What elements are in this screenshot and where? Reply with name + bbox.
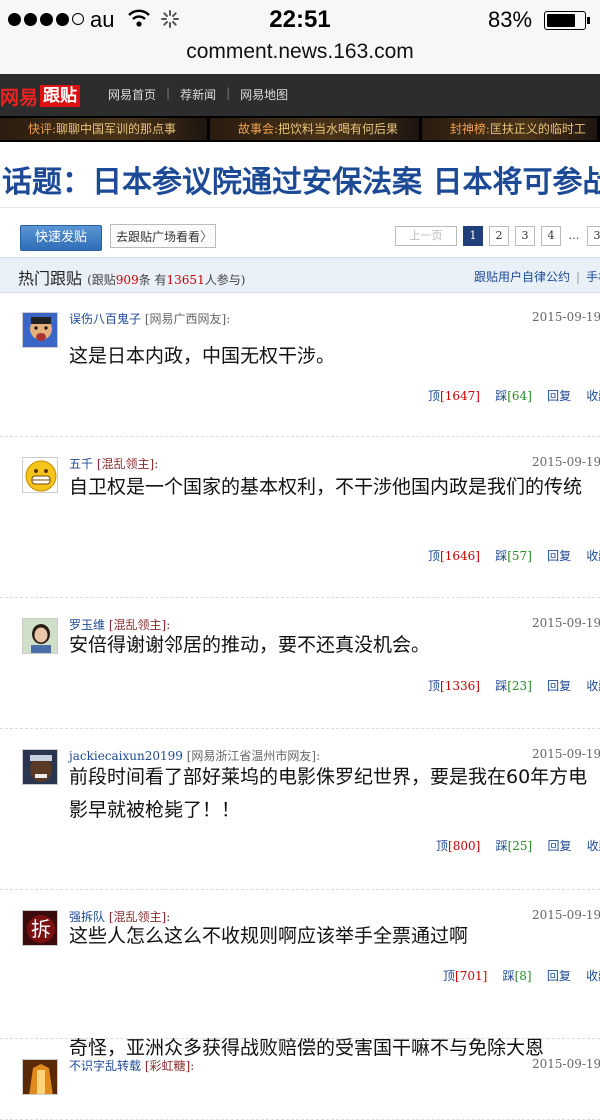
- comment-author: 五千 [混乱领主]:: [69, 455, 158, 472]
- comment-item: 误伤八百鬼子 [网易广西网友]: 2015-09-19 这是日本内政，中国无权干涉。…: [0, 292, 600, 437]
- comment-list: 误伤八百鬼子 [网易广西网友]: 2015-09-19 这是日本内政，中国无权干涉。…: [0, 292, 600, 1120]
- comment-text: 这是日本内政，中国无权干涉。: [69, 345, 336, 367]
- promo-ticker: 快评:聊聊中国军训的那点事 故事会:把饮料当水喝有何后果 封神榜:匡扶正义的临时…: [0, 116, 600, 142]
- svg-text:拆: 拆: [31, 917, 51, 941]
- comment-actions: 顶[701] 踩[8] 回复 收藏: [443, 967, 600, 984]
- comment-date: 2015-09-19: [532, 310, 600, 324]
- page-button[interactable]: 3: [587, 226, 600, 246]
- hot-title-text: 热门跟贴: [18, 269, 83, 288]
- nav-link-home[interactable]: 网易首页: [108, 86, 166, 103]
- comment-text: 这些人怎么这么不收规则啊应该举手全票通过啊: [69, 925, 469, 947]
- favorite-button[interactable]: 收藏: [586, 389, 600, 403]
- nav-link-recommend[interactable]: 荐新闻: [180, 86, 226, 103]
- netease-comment-logo[interactable]: 网易 跟贴: [0, 84, 81, 109]
- downvote-button[interactable]: 踩[57]: [495, 549, 532, 563]
- downvote-button[interactable]: 踩[23]: [495, 679, 532, 693]
- upvote-button[interactable]: 顶[1647]: [428, 389, 480, 403]
- comment-text: 安倍得谢谢邻居的推动，要不还真没机会。: [69, 634, 431, 656]
- mobile-link[interactable]: 手机: [586, 270, 600, 284]
- comment-text: 奇怪，亚洲众多获得战败赔偿的受害国干嘛不与免除大恩: [69, 1037, 545, 1059]
- battery-percent: 83%: [488, 7, 533, 32]
- address-bar[interactable]: comment.news.163.com: [0, 40, 600, 74]
- user-avatar[interactable]: [22, 312, 58, 348]
- ticker-item[interactable]: 故事会:把饮料当水喝有何后果: [209, 118, 419, 140]
- comment-actions: 顶[800] 踩[25] 回复 收藏: [436, 837, 600, 854]
- comment-text: 自卫权是一个国家的基本权利，不干涉他国内政是我们的传统: [69, 476, 583, 498]
- comment-date: 2015-09-19: [532, 455, 600, 469]
- comment-author: 误伤八百鬼子 [网易广西网友]:: [69, 310, 230, 327]
- nav-link-sitemap[interactable]: 网易地图: [240, 86, 298, 103]
- user-avatar[interactable]: [22, 618, 58, 654]
- username-link[interactable]: 五千: [69, 457, 93, 471]
- upvote-button[interactable]: 顶[1646]: [428, 549, 480, 563]
- ios-status-bar: au 22:51 83%: [0, 0, 600, 40]
- topic-title[interactable]: 话题：日本参议院通过安保法案 日本将可参战: [2, 157, 600, 201]
- comment-text: 前段时间看了部好莱坞的电影侏罗纪世界，要是我在60年方电影早就被枪毙了！！: [69, 766, 588, 821]
- downvote-button[interactable]: 踩[64]: [495, 389, 532, 403]
- comment-actions: 顶[1647] 踩[64] 回复 收藏: [428, 387, 600, 404]
- reply-button[interactable]: 回复: [547, 679, 571, 693]
- comment-square-button[interactable]: 去跟贴广场看看〉: [110, 224, 216, 248]
- user-avatar[interactable]: [22, 749, 58, 785]
- user-location: [网易广西网友]:: [144, 312, 231, 326]
- comment-toolbar: 快速发贴 去跟贴广场看看〉 上一页 1 2 3 4 … 3: [0, 207, 600, 258]
- header-links: 跟贴用户自律公约|手机: [474, 268, 600, 285]
- comment-item: 五千 [混乱领主]: 2015-09-19 自卫权是一个国家的基本权利，不干涉他国内…: [0, 437, 600, 598]
- ticker-item[interactable]: 封神榜:匡扶正义的临时工: [421, 118, 597, 140]
- favorite-button[interactable]: 收藏: [586, 679, 600, 693]
- user-avatar[interactable]: 拆: [22, 910, 58, 946]
- downvote-button[interactable]: 踩[8]: [503, 969, 532, 983]
- page-button[interactable]: 2: [489, 226, 509, 246]
- comment-date: 2015-09-19: [532, 747, 600, 761]
- comment-stats: (跟贴909条 有13651人参与): [87, 273, 246, 287]
- downvote-button[interactable]: 踩[25]: [496, 839, 533, 853]
- chevron-right-icon: 〉: [200, 230, 214, 245]
- page-ellipsis: …: [567, 227, 581, 245]
- nav-links: 网易首页 | 荐新闻 | 网易地图: [108, 86, 298, 103]
- hot-comments-header: 热门跟贴 (跟贴909条 有13651人参与) 跟贴用户自律公约|手机: [0, 257, 600, 293]
- page-button[interactable]: 3: [515, 226, 535, 246]
- self-discipline-link[interactable]: 跟贴用户自律公约: [474, 270, 570, 284]
- hot-comments-title: 热门跟贴 (跟贴909条 有13651人参与): [18, 265, 245, 289]
- ticker-item[interactable]: 快评:聊聊中国军训的那点事: [0, 118, 207, 140]
- comment-actions: 顶[1646] 踩[57] 回复 收藏: [428, 547, 600, 564]
- site-nav-bar: 网易 跟贴 网易首页 | 荐新闻 | 网易地图: [0, 74, 600, 116]
- comment-square-label: 去跟贴广场看看: [116, 230, 201, 244]
- comment-item: 罗玉维 [混乱领主]: 2015-09-19 安倍得谢谢邻居的推动，要不还真没机会。…: [0, 598, 600, 729]
- user-avatar[interactable]: [22, 457, 58, 493]
- reply-button[interactable]: 回复: [547, 969, 571, 983]
- favorite-button[interactable]: 收藏: [587, 839, 600, 853]
- pagination: 上一页 1 2 3 4 … 3: [395, 226, 600, 246]
- page-button-current[interactable]: 1: [463, 226, 483, 246]
- user-avatar[interactable]: [22, 1059, 58, 1095]
- upvote-button[interactable]: 顶[800]: [436, 839, 480, 853]
- comment-actions: 顶[1336] 踩[23] 回复 收藏: [428, 677, 600, 694]
- reply-button[interactable]: 回复: [547, 389, 571, 403]
- user-location: [混乱领主]:: [96, 457, 159, 471]
- page-button[interactable]: 4: [541, 226, 561, 246]
- reply-button[interactable]: 回复: [547, 549, 571, 563]
- logo-text-gentie: 跟贴: [40, 85, 81, 107]
- comment-item: jackiecaixun20199 [网易浙江省温州市网友]: 2015-09-1…: [0, 729, 600, 890]
- favorite-button[interactable]: 收藏: [586, 549, 600, 563]
- upvote-button[interactable]: 顶[1336]: [428, 679, 480, 693]
- upvote-button[interactable]: 顶[701]: [443, 969, 487, 983]
- quick-post-button[interactable]: 快速发贴: [20, 225, 102, 251]
- favorite-button[interactable]: 收藏: [586, 969, 600, 983]
- topic-header: 话题：日本参议院通过安保法案 日本将可参战: [0, 145, 600, 207]
- reply-button[interactable]: 回复: [548, 839, 572, 853]
- comment-item: 拆强拆队 [混乱领主]: 2015-09-19 这些人怎么这么不收规则啊应该举手全票…: [0, 890, 600, 1039]
- username-link[interactable]: 误伤八百鬼子: [69, 312, 141, 326]
- battery-icon: [544, 11, 590, 30]
- prev-page-button[interactable]: 上一页: [395, 226, 457, 246]
- comment-date: 2015-09-19: [532, 616, 600, 630]
- logo-text-netease: 网易: [0, 86, 39, 109]
- comment-item: 不识字乱转载 [彩虹糖]: 2015-09-19 奇怪，亚洲众多获得战败赔偿的受害国…: [0, 1037, 600, 1120]
